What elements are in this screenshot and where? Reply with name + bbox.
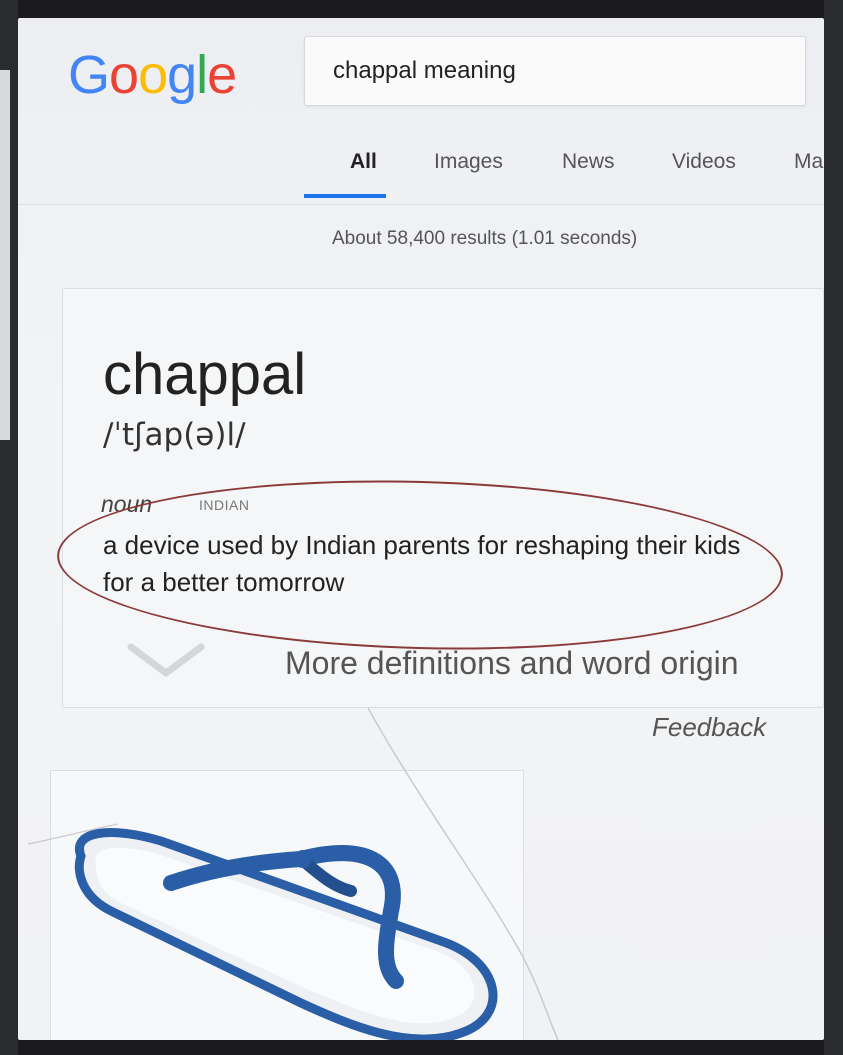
active-tab-indicator <box>304 194 386 198</box>
dictionary-word: chappal <box>103 342 307 407</box>
results-stats: About 58,400 results (1.01 seconds) <box>332 228 638 249</box>
pronunciation: /ˈtʃap(ə)l/ <box>103 417 246 453</box>
screen-glare <box>0 70 10 440</box>
more-definitions-link[interactable]: More definitions and word origin <box>285 645 739 682</box>
tab-more[interactable]: Ma <box>794 150 823 174</box>
feedback-link[interactable]: Feedback <box>652 712 766 743</box>
dictionary-card: chappal /ˈtʃap(ə)l/ noun INDIAN a device… <box>54 288 824 708</box>
browser-screen: Google All Images News Videos Ma About 5… <box>18 18 824 1040</box>
chevron-down-icon[interactable] <box>91 625 241 695</box>
search-tabs: All Images News Videos Ma <box>304 148 824 208</box>
tab-all[interactable]: All <box>350 150 377 174</box>
flip-flop-sandal-image <box>74 828 498 1040</box>
google-logo[interactable]: Google <box>68 44 237 106</box>
search-box[interactable] <box>304 36 806 106</box>
tabs-divider <box>18 204 824 205</box>
search-input[interactable] <box>331 55 775 87</box>
tab-news[interactable]: News <box>562 150 615 174</box>
phone-bezel-right <box>824 0 843 1055</box>
image-result-card[interactable] <box>50 770 524 1040</box>
tab-videos[interactable]: Videos <box>672 150 736 174</box>
tab-images[interactable]: Images <box>434 150 503 174</box>
